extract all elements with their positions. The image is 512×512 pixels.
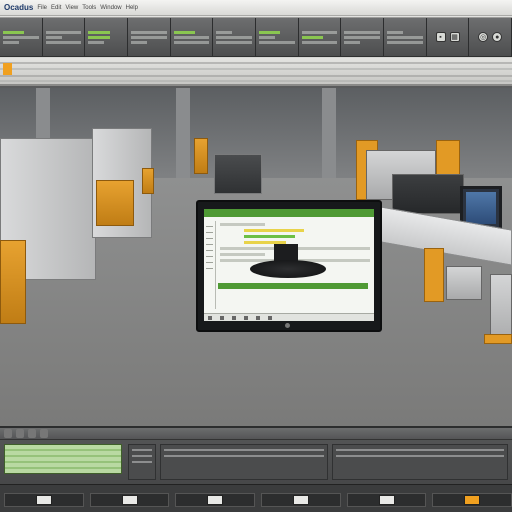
crate [96,180,134,226]
asset-slot[interactable] [432,492,512,507]
tool-group[interactable]: ◎ ● [469,18,512,56]
crate [194,138,208,174]
tool-group[interactable] [128,18,171,56]
pillar [322,88,336,178]
viewport-3d[interactable] [0,88,512,426]
asset-slot[interactable] [261,492,341,507]
back-machine [214,154,262,194]
workstation-device [392,174,464,214]
asset-slot[interactable] [4,492,84,507]
monitor-logo-icon [285,323,290,328]
asset-thumbnail [35,494,52,505]
crate [142,168,154,194]
asset-thumbnail [207,494,224,505]
square-icon[interactable]: ▪ [435,32,446,42]
tool-group[interactable] [171,18,214,56]
timeline-tab[interactable] [40,429,48,438]
asset-thumbnail [292,494,309,505]
tool-group[interactable]: ▪ ▦ [427,18,470,56]
menu-help[interactable]: Help [126,5,138,11]
monitor-base [250,260,326,278]
taskbar-icon [268,315,272,320]
tool-group[interactable] [256,18,299,56]
timeline-tab[interactable] [4,429,12,438]
taskbar-icon [256,315,260,320]
taskbar-icon [232,315,236,320]
timeline-panel [0,426,512,512]
workstation-tower [446,266,482,300]
menu-file[interactable]: File [37,5,47,11]
desk-leg [484,334,512,344]
menu-window[interactable]: Window [100,5,121,11]
timeline-tab[interactable] [16,429,24,438]
tool-group[interactable] [341,18,385,56]
desk-leg [424,248,444,302]
menu-tools[interactable]: Tools [82,5,96,11]
asset-slot[interactable] [346,492,427,507]
tool-group[interactable] [384,18,427,56]
target-icon[interactable]: ◎ [478,32,489,42]
window-sidebar [204,221,216,309]
timeline-area[interactable] [332,444,508,480]
window-header [204,209,374,217]
menu-edit[interactable]: Edit [51,5,61,11]
orange-marker-icon[interactable] [3,63,12,75]
window-taskbar [204,313,374,321]
timeline-track-list[interactable] [4,444,122,474]
app-title: Ocadus [4,3,34,12]
pillar [176,88,190,178]
asset-thumbnail [121,494,138,505]
options-bar [0,58,512,84]
grid-icon[interactable]: ▦ [449,32,460,42]
taskbar-icon [220,315,224,320]
timeline-header [0,428,512,440]
tool-ribbon: ▪ ▦ ◎ ● [0,17,512,57]
tool-group[interactable] [85,18,129,56]
tool-group[interactable] [213,18,257,56]
application-toolbar: Ocadus File Edit View Tools Window Help [0,0,512,86]
crate [0,240,26,324]
tool-group[interactable] [43,18,86,56]
progress-bar [218,283,368,289]
taskbar-icon [244,315,248,320]
asset-strip [0,484,512,512]
title-bar: Ocadus File Edit View Tools Window Help [0,0,512,16]
menu-view[interactable]: View [65,5,78,11]
tool-group[interactable] [0,18,43,56]
taskbar-icon [208,315,212,320]
timeline-area[interactable] [160,444,328,480]
globe-icon[interactable]: ● [492,32,503,42]
tool-group[interactable] [299,18,342,56]
asset-slot[interactable] [175,492,256,507]
asset-slot[interactable] [89,492,170,507]
asset-thumbnail [378,494,395,505]
asset-thumbnail [464,494,481,505]
track-properties[interactable] [128,444,156,480]
timeline-tab[interactable] [28,429,36,438]
